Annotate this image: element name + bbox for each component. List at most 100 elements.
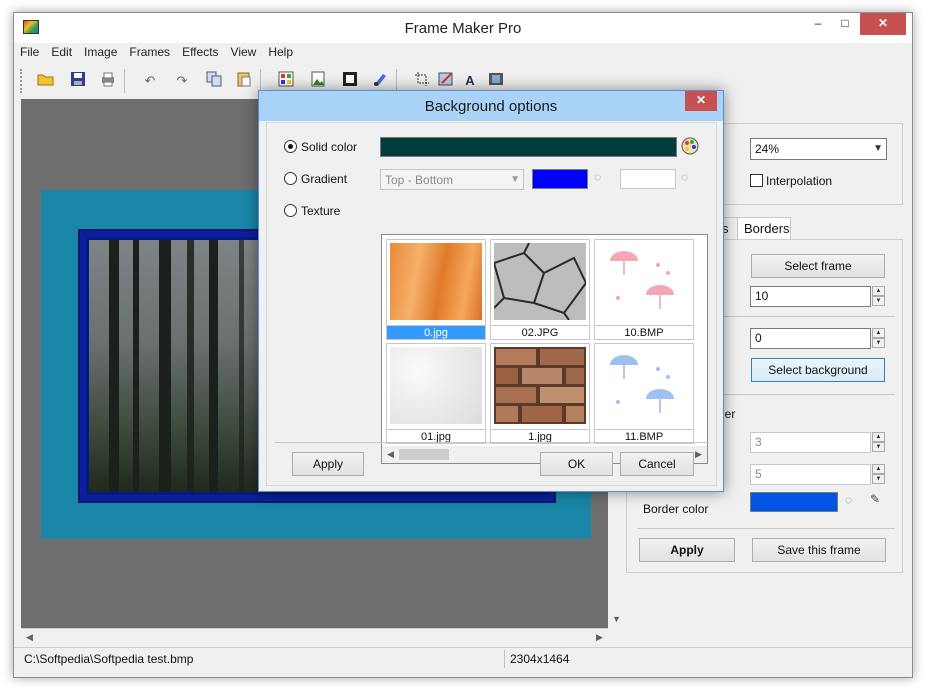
texture-caption: 1.jpg (491, 429, 589, 443)
brick-texture-thumbnail (494, 347, 586, 424)
gradient-color-2-swatch[interactable] (620, 169, 676, 189)
background-offset-stepper[interactable]: ▲ ▼ (872, 328, 885, 349)
scroll-right-arrow-icon[interactable]: ▶ (591, 629, 608, 646)
text-icon[interactable]: A (460, 71, 480, 91)
toolbar-grip[interactable] (20, 69, 25, 93)
image-color-icon[interactable] (276, 71, 296, 91)
gradient-color-1-picker-icon[interactable]: ◌ (594, 170, 601, 184)
color-palette-icon[interactable] (681, 137, 699, 158)
menu-edit[interactable]: Edit (45, 43, 78, 59)
spin-up-icon[interactable]: ▲ (872, 432, 885, 442)
texture-tile-brick[interactable]: 1.jpg (490, 343, 590, 444)
scroll-left-arrow-icon[interactable]: ◀ (21, 629, 38, 646)
image-green-icon[interactable] (308, 71, 328, 91)
menu-image[interactable]: Image (78, 43, 123, 59)
border-value-2-input[interactable]: 5 (750, 464, 871, 485)
chevron-down-icon: ▼ (873, 143, 883, 154)
texture-tile-umbrella-blue[interactable]: 11.BMP (594, 343, 694, 444)
dialog-apply-button[interactable]: Apply (292, 452, 364, 476)
menu-frames[interactable]: Frames (123, 43, 176, 59)
spin-up-icon[interactable]: ▲ (872, 464, 885, 474)
texture-tile-umbrella-pink[interactable]: 10.BMP (594, 239, 694, 340)
toolbar-separator (124, 69, 125, 93)
brush-icon[interactable] (370, 71, 390, 91)
scrollbar-thumb[interactable] (399, 449, 449, 460)
gradient-direction-select[interactable]: Top - Bottom ▼ (380, 169, 524, 190)
texture-caption: 10.BMP (595, 325, 693, 339)
texture-tile-wood[interactable]: 0.jpg (386, 239, 486, 340)
select-background-button[interactable]: Select background (751, 358, 885, 382)
texture-gallery[interactable]: 0.jpg 02.JPG 10.BMP 01.jpg 1.jpg 11.BMP (381, 234, 708, 464)
plaster-texture-thumbnail (390, 347, 482, 424)
dialog-close-icon[interactable]: ✕ (685, 91, 717, 111)
scroll-down-arrow-icon[interactable]: ▼ (608, 611, 625, 628)
solid-color-swatch[interactable] (380, 137, 677, 157)
spin-up-icon[interactable]: ▲ (872, 328, 885, 338)
wood-texture-thumbnail (390, 243, 482, 320)
background-offset-input[interactable]: 0 (750, 328, 871, 349)
status-separator (504, 650, 505, 668)
menu-bar: File Edit Image Frames Effects View Help (14, 43, 912, 63)
redo-icon[interactable]: ↷ (172, 71, 192, 91)
film-icon[interactable] (486, 71, 506, 91)
palette-icon[interactable]: ◌ (845, 493, 852, 507)
select-frame-button[interactable]: Select frame (751, 254, 885, 278)
menu-view[interactable]: View (225, 43, 263, 59)
dialog-body: Solid color Gradient Top - Bottom ▼ ◌ ◌ … (266, 122, 717, 486)
eyedropper-icon[interactable]: ✎ (870, 492, 880, 506)
gradient-color-1-swatch[interactable] (532, 169, 588, 189)
dialog-ok-button[interactable]: OK (540, 452, 613, 476)
paste-icon[interactable] (234, 71, 254, 91)
frame-width-stepper[interactable]: ▲ ▼ (872, 286, 885, 307)
spin-down-icon[interactable]: ▼ (872, 474, 885, 484)
undo-icon[interactable]: ↶ (140, 71, 160, 91)
maximize-button[interactable]: □ (832, 13, 858, 35)
spin-down-icon[interactable]: ▼ (872, 442, 885, 452)
menu-file[interactable]: File (14, 43, 45, 59)
status-image-size: 2304x1464 (510, 652, 570, 666)
apply-button[interactable]: Apply (639, 538, 735, 562)
spin-down-icon[interactable]: ▼ (872, 338, 885, 348)
texture-tile-stone[interactable]: 02.JPG (490, 239, 590, 340)
open-folder-icon[interactable] (36, 71, 56, 91)
spin-up-icon[interactable]: ▲ (872, 286, 885, 296)
border-value-1-stepper[interactable]: ▲ ▼ (872, 432, 885, 453)
tab-borders[interactable]: Borders (737, 217, 791, 239)
copy-icon[interactable] (204, 71, 224, 91)
image-edit-icon[interactable] (436, 71, 456, 91)
border-color-swatch[interactable] (750, 492, 838, 512)
spin-down-icon[interactable]: ▼ (872, 296, 885, 306)
crop-icon[interactable] (412, 71, 432, 91)
solid-color-label: Solid color (301, 140, 358, 154)
minimize-button[interactable]: – (805, 13, 831, 35)
texture-label: Texture (301, 204, 341, 218)
solid-color-radio[interactable] (284, 140, 297, 153)
gradient-radio[interactable] (284, 172, 297, 185)
window-title: Frame Maker Pro (404, 20, 522, 37)
texture-tile-plaster[interactable]: 01.jpg (386, 343, 486, 444)
menu-help[interactable]: Help (262, 43, 299, 59)
border-value-1-input[interactable]: 3 (750, 432, 871, 453)
stone-texture-thumbnail (492, 242, 588, 321)
gradient-color-2-picker-icon[interactable]: ◌ (681, 170, 688, 184)
menu-effects[interactable]: Effects (176, 43, 224, 59)
texture-caption: 01.jpg (387, 429, 485, 443)
border-color-label: Border color (643, 502, 709, 516)
texture-radio[interactable] (284, 204, 297, 217)
interpolation-checkbox[interactable] (750, 174, 763, 187)
save-icon[interactable] (68, 71, 88, 91)
close-button[interactable]: ✕ (860, 13, 906, 35)
frame-icon[interactable] (340, 71, 360, 91)
pink-umbrella-thumbnail (598, 243, 690, 320)
border-value-2-stepper[interactable]: ▲ ▼ (872, 464, 885, 485)
background-options-dialog: Background options ✕ Solid color Gradien… (258, 90, 724, 492)
scroll-left-arrow-icon[interactable]: ◀ (382, 446, 399, 463)
canvas-horizontal-scrollbar[interactable]: ◀ ▶ (21, 628, 608, 645)
save-frame-button[interactable]: Save this frame (752, 538, 886, 562)
dialog-title-bar: Background options ✕ (259, 91, 723, 121)
print-icon[interactable] (98, 71, 118, 91)
chevron-down-icon: ▼ (510, 174, 520, 185)
zoom-select[interactable]: 24% ▼ (750, 138, 887, 160)
frame-width-input[interactable]: 10 (750, 286, 871, 307)
dialog-cancel-button[interactable]: Cancel (620, 452, 694, 476)
